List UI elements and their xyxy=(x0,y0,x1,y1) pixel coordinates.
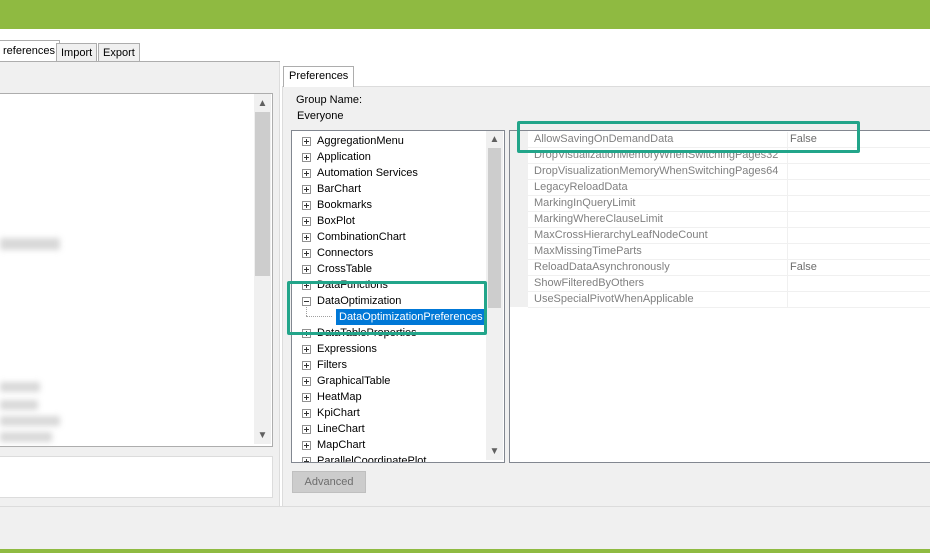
expand-plus-icon[interactable] xyxy=(302,345,311,354)
expand-plus-icon[interactable] xyxy=(302,153,311,162)
blurred-text xyxy=(0,400,38,410)
property-name: MarkingInQueryLimit xyxy=(534,197,636,209)
tree-item-label: ParallelCoordinatePlot xyxy=(317,455,427,463)
advanced-button[interactable]: Advanced xyxy=(292,471,366,493)
tree-item-label: CombinationChart xyxy=(317,231,406,243)
expand-plus-icon[interactable] xyxy=(302,425,311,434)
group-name-value: Everyone xyxy=(297,110,344,122)
tree-item-label: CrossTable xyxy=(317,263,373,275)
chevron-up-icon[interactable]: ▲ xyxy=(254,95,271,112)
tab-preferences-label: references xyxy=(3,45,55,57)
tree-item-label: GraphicalTable xyxy=(317,375,391,387)
property-row[interactable]: DropVisualizationMemoryWhenSwitchingPage… xyxy=(528,164,930,180)
expand-plus-icon[interactable] xyxy=(302,361,311,370)
left-list[interactable] xyxy=(0,93,273,447)
left-list-scroll-thumb[interactable] xyxy=(255,112,270,276)
property-row[interactable]: UseSpecialPivotWhenApplicable xyxy=(528,292,930,308)
property-name: ReloadDataAsynchronously xyxy=(534,261,670,273)
property-value[interactable]: False xyxy=(790,261,817,273)
tree-item-label: Connectors xyxy=(317,247,374,259)
tab-export-label: Export xyxy=(103,47,135,59)
tab-preferences[interactable]: references xyxy=(0,40,60,63)
left-bottom-box xyxy=(0,456,273,498)
property-name: LegacyReloadData xyxy=(534,181,628,193)
bottom-bar xyxy=(0,506,930,549)
tree-item-label: Filters xyxy=(317,359,347,371)
tree-item-label: BoxPlot xyxy=(317,215,355,227)
expand-plus-icon[interactable] xyxy=(302,185,311,194)
expand-plus-icon[interactable] xyxy=(302,233,311,242)
top-accent-bar xyxy=(0,0,930,29)
property-row[interactable]: ShowFilteredByOthers xyxy=(528,276,930,292)
expand-plus-icon[interactable] xyxy=(302,137,311,146)
expand-plus-icon[interactable] xyxy=(302,457,311,462)
expand-plus-icon[interactable] xyxy=(302,441,311,450)
tree-item-label: Expressions xyxy=(317,343,377,355)
tab-preferences-inner[interactable]: Preferences xyxy=(283,66,355,87)
property-name: MaxMissingTimeParts xyxy=(534,245,642,257)
expand-plus-icon[interactable] xyxy=(302,393,311,402)
property-name: MarkingWhereClauseLimit xyxy=(534,213,663,225)
property-row[interactable]: MarkingInQueryLimit xyxy=(528,196,930,212)
property-row[interactable]: MaxMissingTimeParts xyxy=(528,244,930,260)
tree-item-label: MapChart xyxy=(317,439,366,451)
blurred-text xyxy=(0,416,60,426)
property-name: DropVisualizationMemoryWhenSwitchingPage… xyxy=(534,165,779,177)
tab-import[interactable]: Import xyxy=(56,43,98,62)
bottom-accent-line xyxy=(0,549,930,553)
property-name: ShowFilteredByOthers xyxy=(534,277,645,289)
blurred-text xyxy=(0,238,60,250)
property-row[interactable]: MaxCrossHierarchyLeafNodeCount xyxy=(528,228,930,244)
blurred-text xyxy=(0,382,40,392)
property-row[interactable]: LegacyReloadData xyxy=(528,180,930,196)
expand-plus-icon[interactable] xyxy=(302,249,311,258)
tree-item-label: Application xyxy=(317,151,371,163)
chevron-down-icon[interactable]: ▼ xyxy=(254,427,271,444)
blurred-text xyxy=(0,432,52,442)
chevron-up-icon[interactable]: ▲ xyxy=(486,131,503,148)
expand-plus-icon[interactable] xyxy=(302,201,311,210)
property-grid-gutter xyxy=(510,131,528,307)
expand-plus-icon[interactable] xyxy=(302,377,311,386)
highlight-box-property xyxy=(517,121,860,153)
property-row[interactable]: ReloadDataAsynchronously False xyxy=(528,260,930,276)
tab-export[interactable]: Export xyxy=(98,43,140,62)
tree-item-label: LineChart xyxy=(317,423,365,435)
expand-plus-icon[interactable] xyxy=(302,169,311,178)
tree-scroll-thumb[interactable] xyxy=(488,148,501,308)
property-name: MaxCrossHierarchyLeafNodeCount xyxy=(534,229,708,241)
property-name: UseSpecialPivotWhenApplicable xyxy=(534,293,694,305)
tree-item-label: AggregationMenu xyxy=(317,135,404,147)
tree-item-label: BarChart xyxy=(317,183,362,195)
tree-item-label: KpiChart xyxy=(317,407,360,419)
property-row[interactable]: MarkingWhereClauseLimit xyxy=(528,212,930,228)
highlight-box-tree xyxy=(287,281,487,335)
chevron-down-icon[interactable]: ▼ xyxy=(486,443,503,460)
preferences-tab-label: Preferences xyxy=(289,70,349,82)
expand-plus-icon[interactable] xyxy=(302,265,311,274)
tab-import-label: Import xyxy=(61,47,93,59)
tree-item-label: HeatMap xyxy=(317,391,362,403)
group-name-label: Group Name: xyxy=(296,94,363,106)
tree-item-label: Bookmarks xyxy=(317,199,373,211)
tree-item-label: Automation Services xyxy=(317,167,418,179)
expand-plus-icon[interactable] xyxy=(302,217,311,226)
expand-plus-icon[interactable] xyxy=(302,409,311,418)
